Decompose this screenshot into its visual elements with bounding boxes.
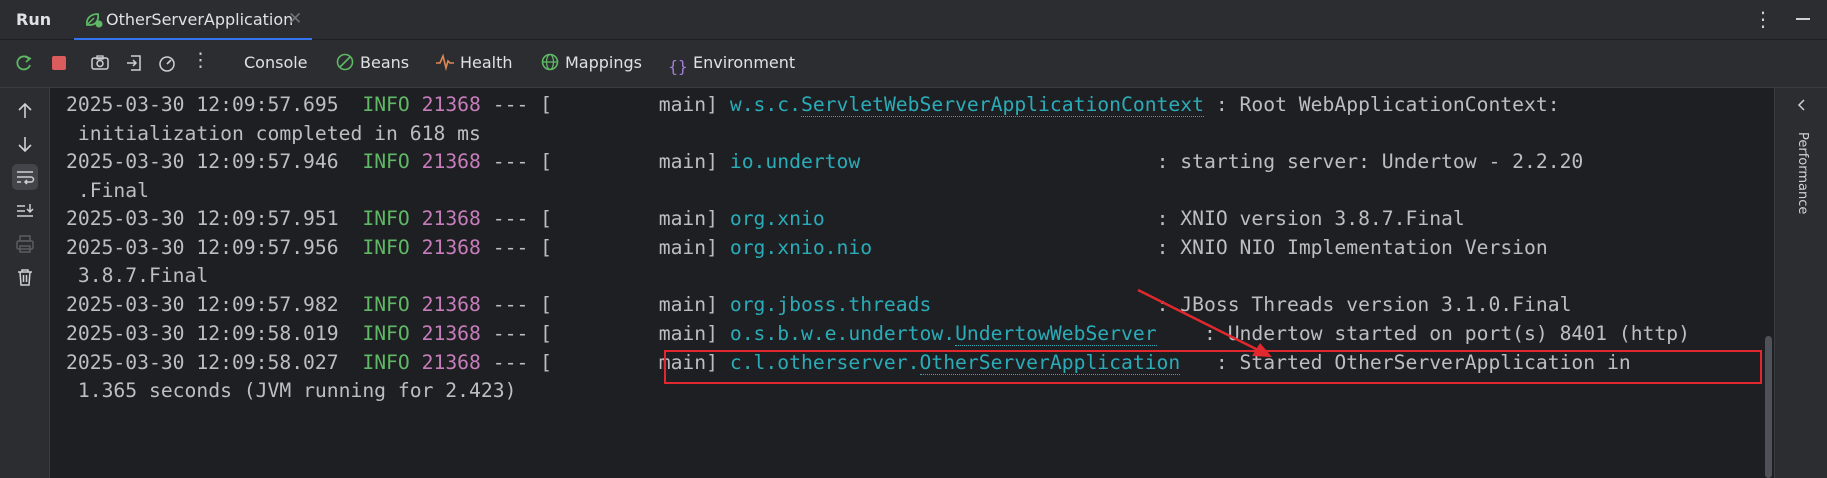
log-line-continuation: 1.365 seconds (JVM running for 2.423) [77,379,517,402]
tab-environment-label: Environment [693,53,796,72]
beans-icon [335,52,355,72]
tab-environment[interactable]: {} Environment [668,52,796,76]
environment-icon: {} [668,57,688,76]
run-tool-window-title: Run [16,10,52,29]
scroll-to-end-icon[interactable] [12,198,38,224]
close-tab-icon[interactable]: ✕ [288,9,302,29]
exit-icon[interactable] [124,53,144,73]
tab-beans-label: Beans [360,53,410,72]
tab-title: OtherServerApplication [106,10,294,29]
tab-other-server-application[interactable]: OtherServerApplication ✕ [74,0,312,40]
tab-mappings-label: Mappings [565,53,642,72]
performance-panel-button[interactable]: Performance [1795,132,1810,214]
console-side-toolbar [0,88,50,478]
logger-class-link[interactable]: ServletWebServerApplicationContext [800,93,1204,117]
stop-icon[interactable] [49,53,69,73]
tab-beans[interactable]: Beans [335,52,409,74]
arrow-down-icon[interactable] [12,131,38,157]
log-line: 2025-03-30 12:09:57.946 INFO 21368 --- [… [66,150,1584,173]
toolbar-more-icon[interactable]: ⋮ [191,49,211,71]
tab-health[interactable]: Health [435,52,513,74]
trash-icon[interactable] [12,264,38,290]
rerun-icon[interactable] [14,53,34,73]
minimize-icon[interactable] [1796,18,1810,20]
tool-window-header: Run OtherServerApplication ✕ ⋮ [0,0,1827,40]
logger-class-link[interactable]: UndertowWebServer [955,322,1157,346]
run-toolbar: ⋮ Console Beans Health Mappings {} Enviro… [0,40,1827,88]
spring-boot-run-icon [84,11,104,29]
print-icon [12,231,38,257]
log-line: 2025-03-30 12:09:57.956 INFO 21368 --- [… [66,235,1548,259]
tab-health-label: Health [460,53,513,72]
right-tool-strip: Performance [1774,88,1827,478]
arrow-up-icon[interactable] [12,98,38,124]
health-icon [435,52,455,72]
gauge-icon[interactable] [157,53,177,73]
soft-wrap-icon[interactable] [12,164,38,190]
tab-console[interactable]: Console [244,52,308,74]
console-output[interactable]: 2025-03-30 12:09:57.695 INFO 21368 --- [… [50,88,1766,478]
camera-icon[interactable] [90,53,110,73]
highlight-box [664,350,1762,384]
chevron-left-icon[interactable] [1795,98,1809,112]
tab-mappings[interactable]: Mappings [540,52,642,74]
tab-console-label: Console [244,53,308,72]
more-options-icon[interactable]: ⋮ [1753,7,1773,31]
vertical-scrollbar[interactable] [1765,336,1772,478]
mappings-icon [540,52,560,72]
